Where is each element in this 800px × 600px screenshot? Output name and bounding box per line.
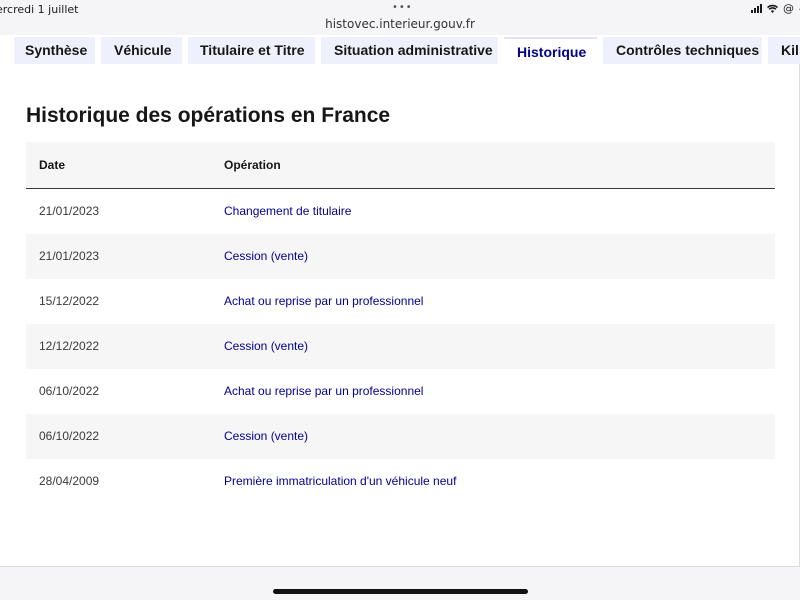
row-date: 28/04/2009 bbox=[39, 474, 100, 488]
row-operation-link[interactable]: Cession (vente) bbox=[224, 429, 308, 443]
address-bar[interactable]: histovec.interieur.gouv.fr bbox=[0, 17, 800, 31]
page-title: Historique des opérations en France bbox=[26, 104, 391, 127]
row-operation-link[interactable]: Changement de titulaire bbox=[224, 204, 351, 218]
tab-situation-administrative[interactable]: Situation administrative bbox=[321, 37, 498, 65]
operations-table: Date Opération 21/01/2023 Changement de … bbox=[26, 142, 775, 504]
wifi-icon bbox=[767, 4, 778, 13]
column-header-date: Date bbox=[39, 158, 66, 172]
tab-synthese[interactable]: Synthèse bbox=[14, 37, 95, 65]
table-row: 15/12/2022 Achat ou reprise par un profe… bbox=[26, 279, 775, 324]
row-operation-link[interactable]: Cession (vente) bbox=[224, 249, 308, 263]
row-operation-link[interactable]: Première immatriculation d'un véhicule n… bbox=[224, 474, 456, 488]
cellular-signal-icon bbox=[751, 4, 762, 13]
orientation-lock-icon: @ bbox=[783, 2, 794, 15]
row-date: 06/10/2022 bbox=[39, 429, 100, 443]
table-row: 06/10/2022 Achat ou reprise par un profe… bbox=[26, 369, 775, 414]
status-time: ercredi 1 juillet bbox=[0, 3, 79, 16]
row-date: 06/10/2022 bbox=[39, 384, 100, 398]
tab-kilometrage[interactable]: Kil bbox=[768, 37, 800, 65]
multitasking-dots-icon[interactable]: ••• bbox=[392, 2, 413, 13]
table-row: 21/01/2023 Cession (vente) bbox=[26, 234, 775, 279]
table-header: Date Opération bbox=[26, 142, 775, 189]
tab-controles-techniques[interactable]: Contrôles techniques bbox=[603, 37, 762, 65]
tab-historique[interactable]: Historique bbox=[504, 37, 597, 65]
row-operation-link[interactable]: Achat ou reprise par un professionnel bbox=[224, 294, 423, 308]
tab-vehicule[interactable]: Véhicule bbox=[101, 37, 182, 65]
row-date: 12/12/2022 bbox=[39, 339, 100, 353]
main-panel: Historique des opérations en France Date… bbox=[0, 64, 800, 567]
row-operation-link[interactable]: Achat ou reprise par un professionnel bbox=[224, 384, 423, 398]
tab-bar: Synthèse Véhicule Titulaire et Titre Sit… bbox=[0, 35, 800, 65]
column-header-operation: Opération bbox=[224, 158, 281, 172]
row-date: 21/01/2023 bbox=[39, 204, 100, 218]
row-date: 21/01/2023 bbox=[39, 249, 100, 263]
row-operation-link[interactable]: Cession (vente) bbox=[224, 339, 308, 353]
status-indicators: @ 4 bbox=[751, 2, 800, 15]
row-date: 15/12/2022 bbox=[39, 294, 100, 308]
home-indicator[interactable] bbox=[273, 589, 528, 594]
tab-titulaire-et-titre[interactable]: Titulaire et Titre bbox=[188, 37, 315, 65]
table-row: 12/12/2022 Cession (vente) bbox=[26, 324, 775, 369]
table-row: 21/01/2023 Changement de titulaire bbox=[26, 189, 775, 234]
table-row: 06/10/2022 Cession (vente) bbox=[26, 414, 775, 459]
table-row: 28/04/2009 Première immatriculation d'un… bbox=[26, 459, 775, 504]
